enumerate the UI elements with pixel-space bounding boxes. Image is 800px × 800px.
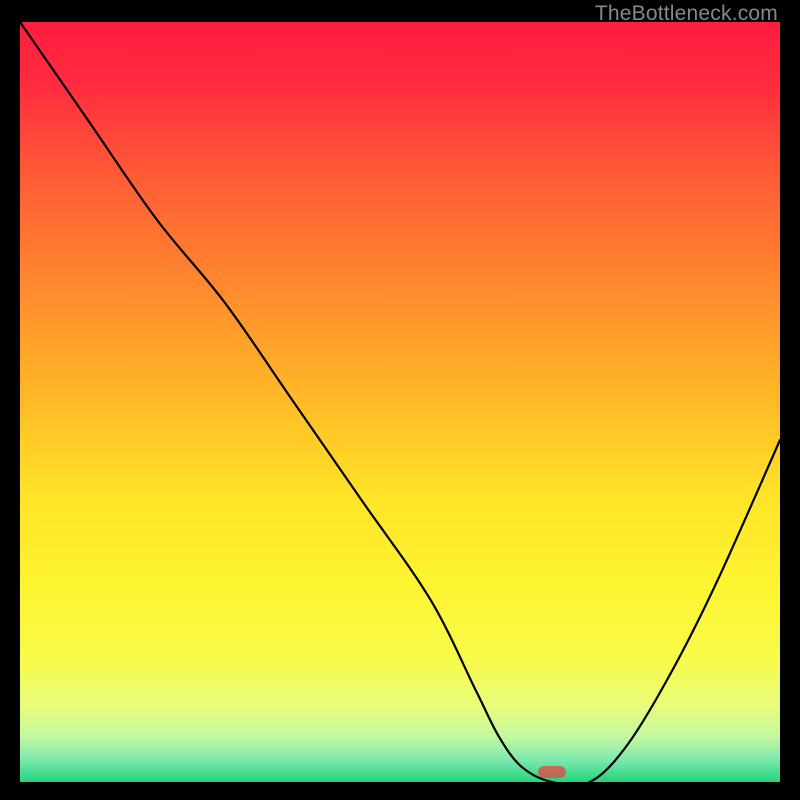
watermark-text: TheBottleneck.com — [595, 2, 778, 26]
bottleneck-chart — [20, 22, 780, 782]
optimal-point-marker — [538, 766, 566, 778]
gradient-background — [20, 22, 780, 782]
chart-frame — [20, 22, 780, 782]
